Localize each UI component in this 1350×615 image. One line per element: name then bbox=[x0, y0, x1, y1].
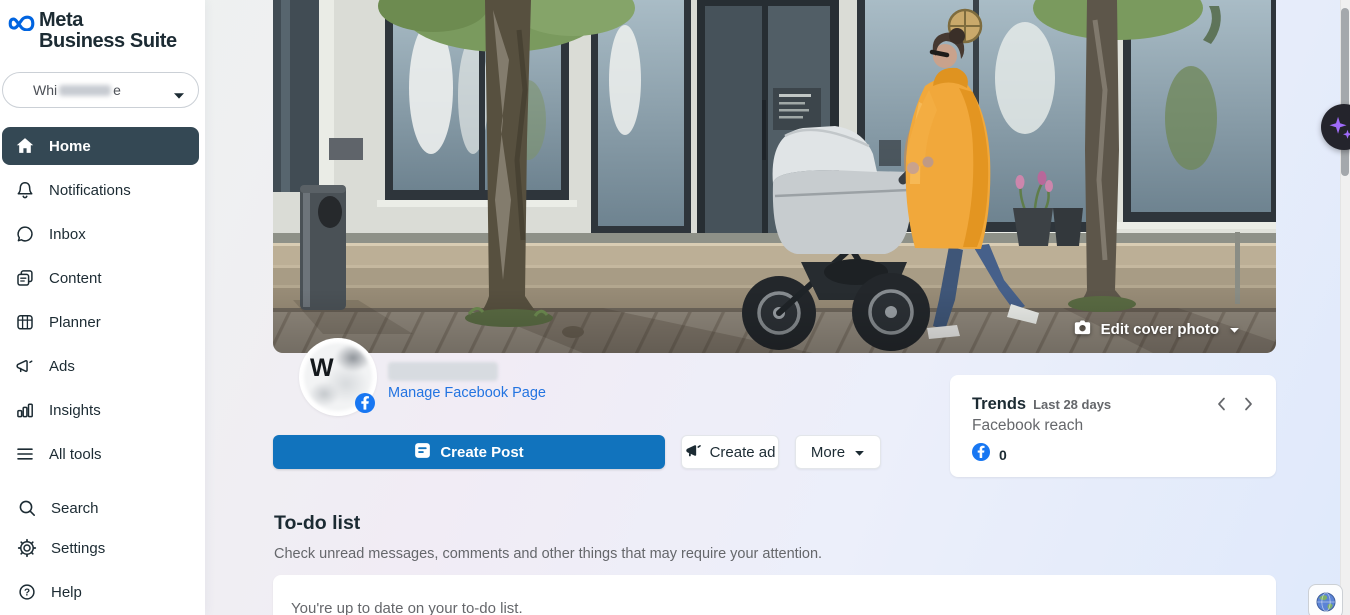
todo-list-description: Check unread messages, comments and othe… bbox=[274, 546, 822, 562]
meta-business-suite-app: Meta Business Suite Whi e Home bbox=[0, 0, 1350, 615]
sidebar-item-help[interactable]: ? Help bbox=[4, 573, 193, 611]
sidebar-item-settings[interactable]: Settings bbox=[4, 529, 193, 567]
sidebar-item-label: Help bbox=[51, 584, 82, 601]
sidebar-item-all-tools[interactable]: All tools bbox=[2, 435, 199, 473]
content-icon bbox=[15, 268, 35, 288]
sidebar-item-notifications[interactable]: Notifications bbox=[2, 171, 199, 209]
megaphone-icon bbox=[15, 356, 35, 376]
more-label: More bbox=[811, 444, 845, 461]
business-selector[interactable]: Whi e bbox=[2, 72, 199, 108]
sidebar-item-ads[interactable]: Ads bbox=[2, 347, 199, 385]
calendar-icon bbox=[15, 312, 35, 332]
manage-facebook-page-link[interactable]: Manage Facebook Page bbox=[388, 385, 546, 401]
page-avatar[interactable]: W bbox=[301, 340, 375, 414]
sidebar-item-label: Notifications bbox=[49, 182, 131, 199]
redacted-text-blur bbox=[59, 85, 111, 96]
sidebar-item-label: All tools bbox=[49, 446, 102, 463]
trends-card: Trends Last 28 days Facebook reach 0 bbox=[950, 375, 1276, 477]
facebook-badge-icon bbox=[355, 393, 375, 413]
edit-cover-photo-button[interactable]: Edit cover photo bbox=[1073, 319, 1240, 340]
chat-icon bbox=[15, 224, 35, 244]
logo-line1: Meta bbox=[39, 9, 83, 31]
camera-icon bbox=[1073, 319, 1092, 340]
page-name-redacted bbox=[388, 362, 498, 381]
chevron-down-icon bbox=[845, 444, 865, 461]
language-globe-button[interactable] bbox=[1308, 584, 1343, 615]
home-icon bbox=[15, 136, 35, 156]
sidebar-item-label: Home bbox=[49, 138, 91, 155]
menu-icon bbox=[15, 444, 35, 464]
cover-photo-illustration bbox=[273, 0, 1276, 353]
post-icon bbox=[414, 442, 440, 463]
sidebar-footer: Search Settings ? Help bbox=[4, 489, 193, 615]
sidebar-item-label: Ads bbox=[49, 358, 75, 375]
avatar-letter: W bbox=[310, 354, 334, 383]
create-ad-button[interactable]: Create ad bbox=[681, 435, 779, 469]
logo-line2: Business Suite bbox=[39, 30, 177, 52]
help-icon: ? bbox=[17, 582, 37, 602]
sidebar-item-label: Search bbox=[51, 500, 99, 517]
scrollbar-thumb[interactable] bbox=[1341, 8, 1349, 176]
trends-period: Last 28 days bbox=[1033, 397, 1111, 412]
sidebar-nav: Home Notifications Inbox Content bbox=[2, 127, 199, 479]
meta-infinity-icon bbox=[8, 13, 35, 36]
edit-cover-photo-label: Edit cover photo bbox=[1101, 321, 1219, 338]
search-icon bbox=[17, 498, 37, 518]
cover-photo: Edit cover photo bbox=[273, 0, 1276, 353]
chevron-down-icon bbox=[1229, 321, 1240, 338]
trends-next-button[interactable] bbox=[1240, 396, 1256, 412]
facebook-reach-value: 0 bbox=[999, 447, 1007, 463]
more-button[interactable]: More bbox=[795, 435, 881, 469]
sidebar-item-inbox[interactable]: Inbox bbox=[2, 215, 199, 253]
logo-text: Meta Business Suite bbox=[39, 10, 177, 52]
sparkles-icon bbox=[1326, 115, 1350, 141]
bar-chart-icon bbox=[15, 400, 35, 420]
todo-list-card: You're up to date on your to-do list. bbox=[273, 575, 1276, 615]
sidebar-item-label: Insights bbox=[49, 402, 101, 419]
chevron-down-icon bbox=[173, 87, 185, 105]
create-post-label: Create Post bbox=[440, 444, 523, 461]
sidebar-item-label: Inbox bbox=[49, 226, 86, 243]
sidebar-item-label: Content bbox=[49, 270, 102, 287]
sidebar-item-label: Planner bbox=[49, 314, 101, 331]
sidebar-item-content[interactable]: Content bbox=[2, 259, 199, 297]
trends-prev-button[interactable] bbox=[1214, 396, 1230, 412]
megaphone-icon bbox=[685, 442, 710, 463]
todo-list-title: To-do list bbox=[274, 512, 360, 535]
sidebar-item-label: Settings bbox=[51, 540, 105, 557]
scrollbar-track bbox=[1340, 0, 1350, 615]
svg-text:?: ? bbox=[24, 588, 30, 599]
ai-assistant-button[interactable] bbox=[1321, 104, 1350, 150]
trends-title: Trends bbox=[972, 395, 1026, 414]
sidebar-item-search[interactable]: Search bbox=[4, 489, 193, 527]
bell-icon bbox=[15, 180, 35, 200]
sidebar: Meta Business Suite Whi e Home bbox=[0, 0, 205, 615]
meta-business-suite-logo[interactable]: Meta Business Suite bbox=[8, 10, 177, 52]
sidebar-item-home[interactable]: Home bbox=[2, 127, 199, 165]
create-post-button[interactable]: Create Post bbox=[273, 435, 665, 469]
gear-icon bbox=[17, 538, 37, 558]
sidebar-item-planner[interactable]: Planner bbox=[2, 303, 199, 341]
sidebar-item-insights[interactable]: Insights bbox=[2, 391, 199, 429]
todo-empty-message: You're up to date on your to-do list. bbox=[273, 575, 1276, 615]
facebook-icon bbox=[972, 443, 990, 466]
trends-metric-label: Facebook reach bbox=[972, 417, 1254, 435]
globe-icon bbox=[1315, 591, 1337, 613]
business-selector-value: Whi e bbox=[33, 82, 121, 98]
create-ad-label: Create ad bbox=[710, 444, 776, 461]
